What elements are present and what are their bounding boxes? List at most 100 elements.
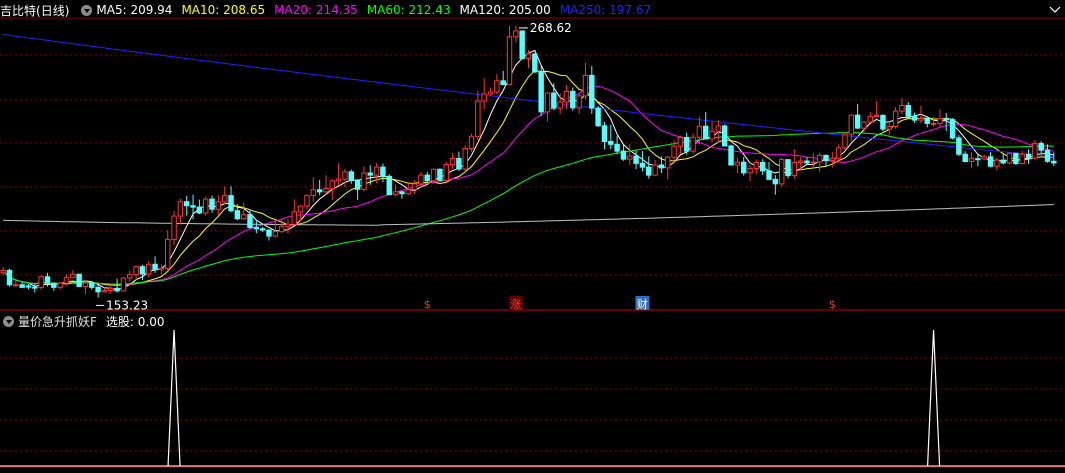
- candle-down: [772, 178, 779, 185]
- candle-down: [51, 282, 57, 288]
- candle-up: [133, 266, 139, 276]
- candle-down: [399, 191, 405, 195]
- candle-down: [209, 198, 215, 210]
- candle-down: [684, 137, 690, 152]
- main-chart-header: 吉比特(日线) MA5: 209.94 MA10: 208.65 MA20: 214…: [0, 1, 660, 19]
- candle-up: [342, 171, 348, 180]
- candle-down: [601, 125, 608, 143]
- candle-down: [367, 172, 373, 176]
- candle-down: [44, 276, 51, 284]
- event-marker[interactable]: 财: [637, 297, 648, 311]
- candle-down: [646, 166, 652, 176]
- candle-up: [127, 274, 133, 279]
- candle-up: [278, 226, 285, 233]
- candle-down: [380, 166, 386, 177]
- candle-up: [791, 161, 798, 177]
- moving-average-lines: [2, 34, 1054, 291]
- chevron-down-icon[interactable]: [3, 315, 14, 327]
- ma-legend: MA5: 209.94 MA10: 208.65 MA20: 214.35 MA60:…: [96, 3, 660, 17]
- candle-down: [905, 105, 911, 117]
- candle-up: [557, 101, 563, 109]
- candle-down: [354, 179, 361, 190]
- candle-up: [165, 238, 171, 269]
- candle-down: [456, 157, 462, 170]
- candle-down: [975, 158, 981, 161]
- candle-down: [620, 150, 627, 160]
- candle-up: [867, 116, 873, 123]
- ma-legend-item: MA20: 214.35: [274, 3, 358, 17]
- ma-legend-item: MA60: 212.43: [366, 3, 451, 17]
- candle-down: [728, 145, 734, 166]
- candle-up: [829, 157, 836, 162]
- candle-down: [253, 227, 260, 230]
- ma-legend-item: MA5: 209.94: [96, 3, 173, 17]
- candle-down: [32, 286, 38, 289]
- candle-down: [196, 206, 203, 214]
- candle-down: [911, 115, 918, 121]
- candle-up: [899, 105, 905, 112]
- collapse-icon[interactable]: [1049, 3, 1061, 15]
- stock-name: 吉比特: [0, 3, 37, 18]
- candle-down: [184, 201, 190, 207]
- stock-title[interactable]: 吉比特(日线): [0, 2, 69, 19]
- stock-chart: 268.62 153.23 $ 涨 财 $: [0, 17, 1065, 468]
- candle-up: [70, 273, 76, 279]
- candle-down: [633, 155, 639, 164]
- candle-down: [424, 174, 430, 182]
- ma60-line: [2, 131, 1054, 285]
- candle-down: [823, 154, 829, 162]
- candle-down: [924, 117, 930, 124]
- chevron-down-icon[interactable]: [81, 4, 93, 16]
- candle-up: [240, 214, 247, 220]
- ma120-line: [3, 204, 1054, 226]
- candle-down: [114, 287, 120, 292]
- indicator-value: 选股: 0.00: [105, 314, 165, 329]
- candle-down: [6, 269, 13, 286]
- indicator-header: 量价急升抓妖F 选股: 0.00: [0, 312, 173, 330]
- candle-down: [152, 263, 158, 271]
- candle-up: [1006, 152, 1013, 164]
- candle-up: [171, 215, 177, 240]
- candle-down: [589, 74, 595, 109]
- candle-up: [475, 100, 481, 137]
- event-marker[interactable]: $: [829, 298, 836, 311]
- event-marker[interactable]: $: [424, 298, 431, 311]
- candle-down: [595, 107, 601, 127]
- candle-up: [671, 145, 677, 158]
- candle-up: [627, 155, 633, 160]
- candle-up: [57, 282, 63, 288]
- candle-up: [323, 188, 329, 193]
- candle-up: [563, 90, 570, 103]
- candle-up: [418, 174, 424, 185]
- candle-down: [247, 214, 253, 229]
- candle-up: [361, 172, 367, 190]
- candle-up: [329, 180, 336, 190]
- candle-up: [665, 156, 671, 169]
- candle-down: [949, 119, 956, 139]
- candle-up: [873, 114, 880, 118]
- candle-up: [696, 125, 703, 138]
- candle-down: [785, 159, 791, 177]
- ma-legend-item: MA120: 205.00: [459, 3, 551, 17]
- candle-up: [0, 269, 6, 274]
- candle-down: [139, 266, 146, 275]
- candle-down: [804, 160, 810, 164]
- candle-up: [291, 211, 298, 225]
- indicator-title[interactable]: 量价急升抓妖F: [18, 313, 97, 330]
- candle-up: [462, 148, 468, 170]
- candle-up: [158, 267, 165, 271]
- candle-down: [19, 284, 25, 288]
- candle-down: [1051, 160, 1057, 164]
- candle-up: [797, 160, 804, 163]
- candle-down: [854, 114, 861, 129]
- event-marker[interactable]: 涨: [510, 298, 521, 311]
- candle-down: [614, 143, 620, 152]
- candle-up: [63, 277, 70, 284]
- candle-up: [392, 191, 399, 196]
- candle-up: [494, 80, 500, 93]
- candle-up: [215, 201, 222, 210]
- candle-down: [76, 273, 82, 287]
- candle-up: [146, 263, 152, 275]
- candle-up: [835, 147, 842, 159]
- min-price-label: 153.23: [106, 298, 148, 312]
